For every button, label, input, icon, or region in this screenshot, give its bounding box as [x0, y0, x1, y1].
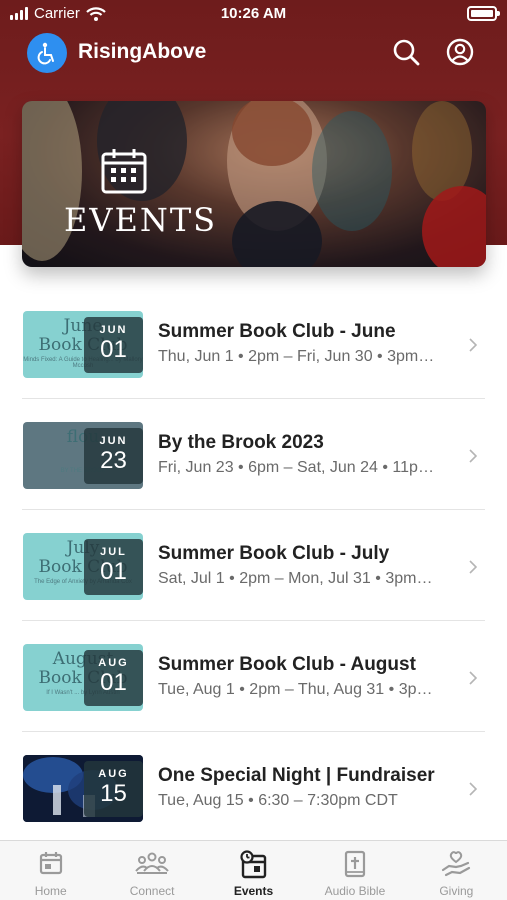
event-title: By the Brook 2023: [158, 432, 324, 453]
event-title: Summer Book Club - July: [158, 543, 390, 564]
profile-icon[interactable]: [445, 37, 475, 67]
event-row[interactable]: flou BY THE BROOK JUN 23 By the Brook 2023 Fr…: [22, 399, 485, 510]
battery-icon: [467, 6, 500, 21]
date-day: 01: [100, 336, 127, 363]
event-thumbnail: June Book ClubMinds Fixed: A Guide to He…: [23, 311, 143, 378]
event-row[interactable]: August Book ClubIf I Wasn't ... by Lynn …: [22, 621, 485, 732]
tab-label: Audio Bible: [324, 884, 386, 898]
tab-label: Home: [34, 884, 67, 898]
event-datetime: Sat, Jul 1 • 2pm – Mon, Jul 31 • 3pm…: [158, 570, 433, 587]
calendar-icon: [101, 149, 147, 194]
event-datetime: Tue, Aug 15 • 6:30 – 7:30pm CDT: [158, 792, 398, 809]
tab-bar: Home Connect Events Audio Bible Giving: [0, 840, 507, 900]
chevron-right-icon: [469, 671, 477, 685]
date-month: AUG: [98, 657, 129, 669]
date-badge: JUL 01: [84, 539, 143, 595]
app-header: RisingAbove: [0, 30, 507, 76]
event-row[interactable]: AUG 15 One Special Night | Fundraiser Tue, …: [22, 732, 485, 843]
giving-icon: [442, 851, 471, 877]
tab-label: Giving: [439, 884, 474, 898]
status-time: 10:26 AM: [220, 5, 287, 22]
event-thumbnail: August Book ClubIf I Wasn't ... by Lynn …: [23, 644, 143, 711]
tab-home[interactable]: Home: [0, 841, 101, 900]
event-thumbnail: AUG 15: [23, 755, 143, 822]
date-month: AUG: [98, 768, 129, 780]
date-day: 23: [100, 447, 127, 474]
tab-connect[interactable]: Connect: [101, 841, 202, 900]
event-title: Summer Book Club - June: [158, 321, 396, 342]
event-thumbnail: July Book ClubThe Edge of Anxiety by Ama…: [23, 533, 143, 600]
tab-label: Events: [233, 884, 274, 898]
chevron-right-icon: [469, 338, 477, 352]
home-icon: [39, 852, 62, 875]
date-day: 15: [100, 780, 127, 807]
tab-events[interactable]: Events: [203, 841, 304, 900]
date-badge: JUN 23: [84, 428, 143, 484]
event-title: Summer Book Club - August: [158, 654, 416, 675]
search-icon[interactable]: [391, 37, 421, 67]
date-badge: JUN 01: [84, 317, 143, 373]
date-badge: AUG 01: [84, 650, 143, 706]
hero-label: EVENTS: [64, 201, 218, 239]
event-datetime: Fri, Jun 23 • 6pm – Sat, Jun 24 • 11p…: [158, 459, 434, 476]
event-row[interactable]: July Book ClubThe Edge of Anxiety by Ama…: [22, 510, 485, 621]
tab-giving[interactable]: Giving: [406, 841, 507, 900]
event-datetime: Tue, Aug 1 • 2pm – Thu, Aug 31 • 3p…: [158, 681, 433, 698]
events-hero-banner: EVENTS: [22, 101, 486, 267]
events-list: June Book ClubMinds Fixed: A Guide to He…: [22, 288, 485, 843]
connect-icon: [135, 852, 169, 874]
date-month: JUL: [100, 546, 127, 558]
event-datetime: Thu, Jun 1 • 2pm – Fri, Jun 30 • 3pm…: [158, 348, 435, 365]
event-row[interactable]: June Book ClubMinds Fixed: A Guide to He…: [22, 288, 485, 399]
chevron-right-icon: [469, 782, 477, 796]
accessibility-logo-icon: [37, 42, 54, 65]
date-month: JUN: [99, 435, 128, 447]
audio-bible-icon: [344, 850, 366, 878]
status-bar: Carrier 10:26 AM: [0, 0, 507, 28]
event-thumbnail: flou BY THE BROOK JUN 23: [23, 422, 143, 489]
app-logo[interactable]: [27, 33, 67, 73]
event-title: One Special Night | Fundraiser: [158, 765, 435, 786]
date-month: JUN: [99, 324, 128, 336]
chevron-right-icon: [469, 560, 477, 574]
hero-photo: [22, 101, 486, 267]
date-badge: AUG 15: [84, 761, 143, 817]
date-day: 01: [100, 669, 127, 696]
chevron-right-icon: [469, 449, 477, 463]
tab-audio-bible[interactable]: Audio Bible: [304, 841, 405, 900]
tab-label: Connect: [129, 884, 175, 898]
app-title: RisingAbove: [78, 40, 207, 63]
events-icon: [239, 850, 266, 879]
date-day: 01: [100, 558, 127, 585]
